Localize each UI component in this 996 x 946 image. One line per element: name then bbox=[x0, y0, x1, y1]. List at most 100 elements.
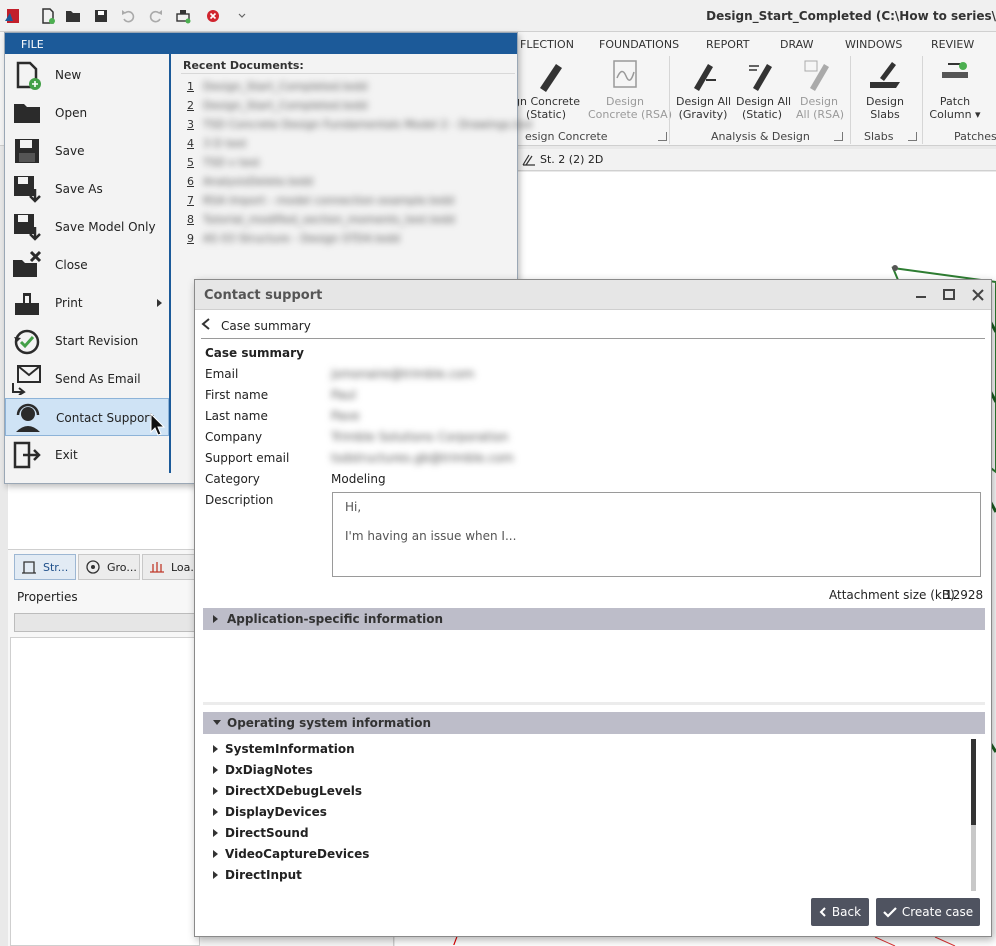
patch-column-button[interactable]: Patch Column ▾ bbox=[928, 58, 982, 121]
tab-draw[interactable]: DRAW bbox=[780, 38, 813, 51]
tab-deflection[interactable]: FLECTION bbox=[520, 38, 574, 51]
scrollbar-track[interactable] bbox=[971, 825, 976, 891]
minimize-icon[interactable] bbox=[913, 287, 929, 303]
undo-icon[interactable] bbox=[120, 8, 136, 24]
description-line-1: Hi, bbox=[345, 500, 362, 514]
design-all-rsa-button[interactable]: Design All (RSA) bbox=[796, 58, 844, 121]
title-bar: Design_Start_Completed (C:\How to series… bbox=[0, 0, 996, 32]
design-concrete-launcher-icon[interactable] bbox=[658, 132, 667, 141]
menu-item-contact-support-label: Contact Support bbox=[56, 411, 154, 425]
recent-document-item[interactable]: 2 Design_Start_Completed.tedd bbox=[187, 99, 367, 112]
first-name-label: First name bbox=[205, 388, 269, 402]
chevron-left-icon bbox=[819, 907, 826, 917]
recent-document-item[interactable]: 3 TSD Concrete Design Fundamentals Model … bbox=[187, 118, 532, 131]
recent-document-item[interactable]: 8 Tutorial_modified_section_moments_test.… bbox=[187, 213, 455, 226]
menu-item-save-model-only[interactable]: Save Model Only bbox=[5, 208, 169, 246]
redo-icon[interactable] bbox=[148, 8, 164, 24]
recent-document-item[interactable]: 9 AS 03 Structure - Design STD4.tedd bbox=[187, 232, 400, 245]
slabs-launcher-icon[interactable] bbox=[908, 132, 917, 141]
expand-down-icon bbox=[213, 720, 221, 725]
customize-toolbar-icon[interactable] bbox=[234, 8, 250, 24]
recent-number: 4 bbox=[187, 137, 194, 150]
recent-documents-title: Recent Documents: bbox=[183, 59, 304, 72]
last-name-value: Pave bbox=[331, 409, 360, 423]
menu-item-save[interactable]: Save bbox=[5, 132, 169, 170]
menu-item-start-revision[interactable]: Start Revision bbox=[5, 322, 169, 360]
recent-document-item[interactable]: 7 RSA Import - model connection example.t… bbox=[187, 194, 454, 207]
menu-item-save-as[interactable]: Save As bbox=[5, 170, 169, 208]
menu-item-send-as-email[interactable]: Send As Email bbox=[5, 360, 169, 398]
folder-icon bbox=[14, 104, 40, 123]
design-concrete-static-button[interactable]: gn Concrete (Static) bbox=[513, 58, 580, 121]
tab-windows[interactable]: WINDOWS bbox=[845, 38, 902, 51]
tree-item-label: DisplayDevices bbox=[225, 805, 327, 819]
breadcrumb[interactable]: Case summary bbox=[221, 319, 311, 333]
menu-item-close[interactable]: Close bbox=[5, 246, 169, 284]
2d-view-icon bbox=[522, 152, 536, 166]
analysis-design-launcher-icon[interactable] bbox=[834, 132, 843, 141]
maximize-icon[interactable] bbox=[941, 287, 957, 303]
back-button[interactable]: Back bbox=[811, 898, 869, 926]
tab-report[interactable]: REPORT bbox=[706, 38, 749, 51]
tree-item-label: DirectInput bbox=[225, 868, 302, 882]
rsa-chart-icon bbox=[613, 60, 637, 88]
properties-grid[interactable] bbox=[10, 637, 200, 946]
tab-foundations[interactable]: FOUNDATIONS bbox=[599, 38, 679, 51]
recent-document-item[interactable]: 6 AnalysisDelete.tedd bbox=[187, 175, 313, 188]
menu-item-print[interactable]: Print bbox=[5, 284, 169, 322]
tab-review[interactable]: REVIEW bbox=[931, 38, 974, 51]
attachment-size-value: 12928 bbox=[945, 588, 984, 602]
tree-item-label: DirectSound bbox=[225, 826, 309, 840]
expand-right-icon bbox=[213, 871, 218, 879]
recent-document-item[interactable]: 4 3 D test bbox=[187, 137, 247, 150]
recent-document-item[interactable]: 1 Design_Start_Completed.tedd bbox=[187, 80, 367, 93]
menu-item-contact-support[interactable]: Contact Support bbox=[5, 398, 169, 436]
menu-item-save-label: Save bbox=[55, 144, 85, 158]
menu-item-open[interactable]: Open bbox=[5, 94, 169, 132]
expand-right-icon bbox=[213, 766, 218, 774]
design-slabs-button[interactable]: Design Slabs bbox=[862, 58, 908, 121]
view-tab-label[interactable]: St. 2 (2) 2D bbox=[540, 153, 603, 166]
loads-icon bbox=[150, 562, 164, 573]
tab-structure[interactable]: Str... bbox=[14, 554, 76, 580]
support-email-value: tsdstructures.gb@trimble.com bbox=[331, 451, 514, 465]
recent-document-item[interactable]: 5 TSD v test bbox=[187, 156, 260, 169]
description-textarea[interactable]: Hi, I'm having an issue when I... bbox=[332, 492, 981, 577]
menu-item-exit[interactable]: Exit bbox=[5, 436, 169, 474]
recent-name: Tutorial_modified_section_moments_test.t… bbox=[203, 213, 455, 226]
save-as-icon bbox=[14, 176, 41, 203]
tab-groups[interactable]: Gro... bbox=[78, 554, 140, 580]
recent-name: TSD Concrete Design Fundamentals Model 2… bbox=[203, 118, 532, 131]
design-all-static-button[interactable]: Design All (Static) bbox=[736, 58, 791, 121]
os-info-expander[interactable]: Operating system information bbox=[203, 712, 985, 734]
window-title: Design_Start_Completed (C:\How to series… bbox=[706, 9, 996, 23]
new-file-icon[interactable] bbox=[40, 8, 56, 24]
design-all-gravity-button[interactable]: Design All (Gravity) bbox=[676, 58, 731, 121]
chevron-left-icon[interactable] bbox=[201, 318, 211, 330]
revision-icon bbox=[14, 329, 40, 355]
menu-item-save-model-only-label: Save Model Only bbox=[55, 220, 156, 234]
recent-separator bbox=[181, 73, 515, 74]
file-menu-header[interactable]: FILE bbox=[5, 33, 517, 54]
recent-name: AS 03 Structure - Design STD4.tedd bbox=[203, 232, 400, 245]
design-concrete-rsa-button[interactable]: Design Concrete (RSA) bbox=[588, 58, 672, 121]
folder-icon[interactable] bbox=[65, 8, 81, 24]
print-icon[interactable] bbox=[175, 8, 191, 24]
properties-filter-input[interactable] bbox=[14, 613, 200, 632]
save-icon[interactable] bbox=[93, 8, 109, 24]
scrollbar-thumb[interactable] bbox=[971, 739, 976, 825]
create-case-button-label: Create case bbox=[901, 905, 974, 919]
stop-icon[interactable] bbox=[205, 8, 221, 24]
create-case-button[interactable]: Create case bbox=[876, 898, 980, 926]
design-slabs-label: Design Slabs bbox=[866, 95, 904, 121]
expand-right-icon bbox=[213, 745, 218, 753]
application-info-expander[interactable]: Application-specific information bbox=[203, 608, 985, 630]
recent-number: 8 bbox=[187, 213, 194, 226]
dialog-titlebar[interactable]: Contact support bbox=[195, 280, 991, 310]
group-separator bbox=[922, 56, 923, 144]
menu-item-new[interactable]: New bbox=[5, 56, 169, 94]
recent-number: 9 bbox=[187, 232, 194, 245]
mouse-cursor-icon bbox=[150, 413, 166, 436]
recent-name: AnalysisDelete.tedd bbox=[203, 175, 314, 188]
close-icon[interactable] bbox=[970, 287, 986, 303]
